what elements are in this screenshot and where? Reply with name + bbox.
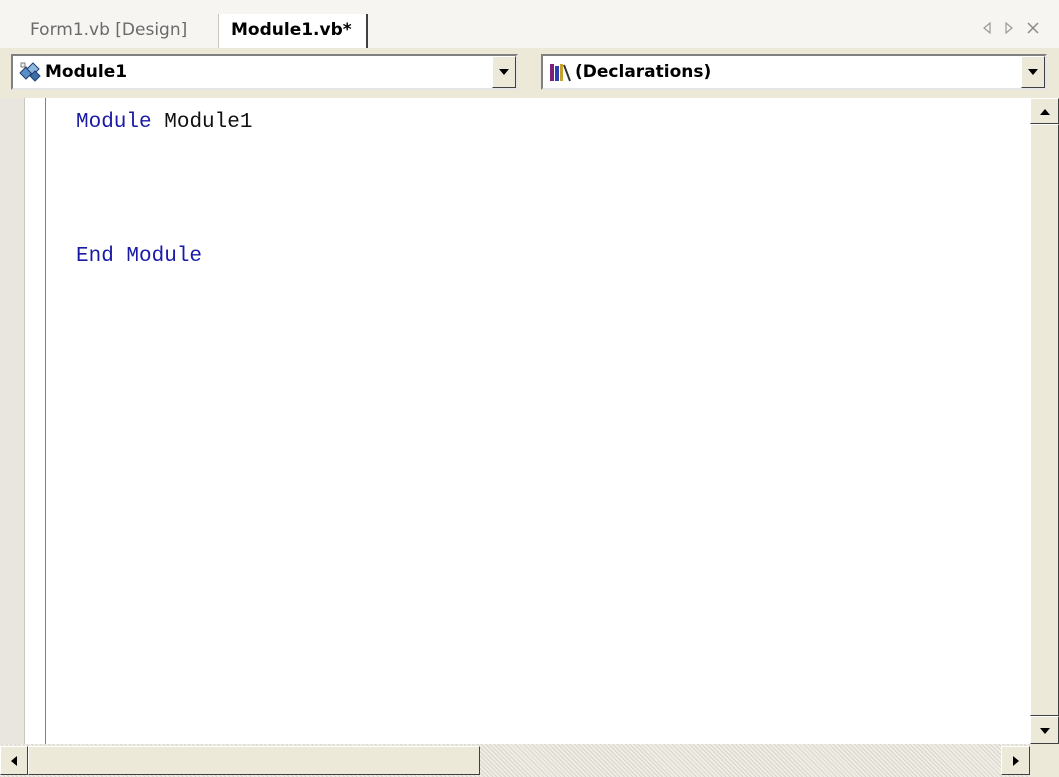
- close-tab-icon[interactable]: [1024, 14, 1042, 44]
- method-combo-value: (Declarations): [575, 62, 712, 82]
- chevron-down-icon: [499, 69, 509, 75]
- chevron-down-icon: [1040, 728, 1050, 734]
- vertical-scroll-thumb[interactable]: [1030, 124, 1059, 716]
- tab-module1[interactable]: Module1.vb*: [218, 14, 368, 48]
- scroll-up-button[interactable]: [1030, 98, 1059, 124]
- tab-scroll-left-icon[interactable]: [978, 14, 996, 44]
- class-combo-dropdown-button[interactable]: [492, 56, 516, 88]
- method-name-combo[interactable]: (Declarations): [541, 54, 1047, 90]
- horizontal-scroll-thumb[interactable]: [28, 746, 480, 775]
- scroll-left-button[interactable]: [0, 746, 28, 775]
- tab-form1-design[interactable]: Form1.vb [Design]: [30, 14, 187, 48]
- class-combo-value: Module1: [45, 62, 128, 82]
- vertical-scrollbar[interactable]: [1030, 98, 1059, 744]
- code-editor[interactable]: Module Module1 End Module: [46, 98, 1030, 744]
- chevron-left-icon: [11, 756, 17, 766]
- declarations-icon: [547, 61, 573, 83]
- code-line-1: Module Module1: [76, 110, 252, 136]
- keyword: End Module: [76, 245, 203, 268]
- code-navigation-bar: Module1 (Declarations): [0, 48, 1059, 98]
- code-line-6: End Module: [76, 244, 202, 270]
- document-tab-strip: Form1.vb [Design] Module1.vb*: [0, 0, 1059, 49]
- chevron-right-icon: [1013, 756, 1019, 766]
- scrollbar-corner: [1030, 744, 1059, 777]
- tab-scroll-right-icon[interactable]: [1000, 14, 1018, 44]
- keyword: Module: [76, 111, 152, 134]
- scroll-down-button[interactable]: [1030, 716, 1059, 744]
- selection-margin: [25, 98, 46, 744]
- method-combo-dropdown-button[interactable]: [1021, 56, 1045, 88]
- module-icon: [17, 61, 43, 83]
- chevron-down-icon: [1028, 69, 1038, 75]
- indicator-margin: [0, 98, 25, 744]
- chevron-up-icon: [1040, 109, 1050, 115]
- class-name-combo[interactable]: Module1: [11, 54, 518, 90]
- scroll-right-button[interactable]: [1001, 746, 1030, 775]
- horizontal-scrollbar[interactable]: [0, 744, 1030, 777]
- identifier: Module1: [164, 111, 253, 134]
